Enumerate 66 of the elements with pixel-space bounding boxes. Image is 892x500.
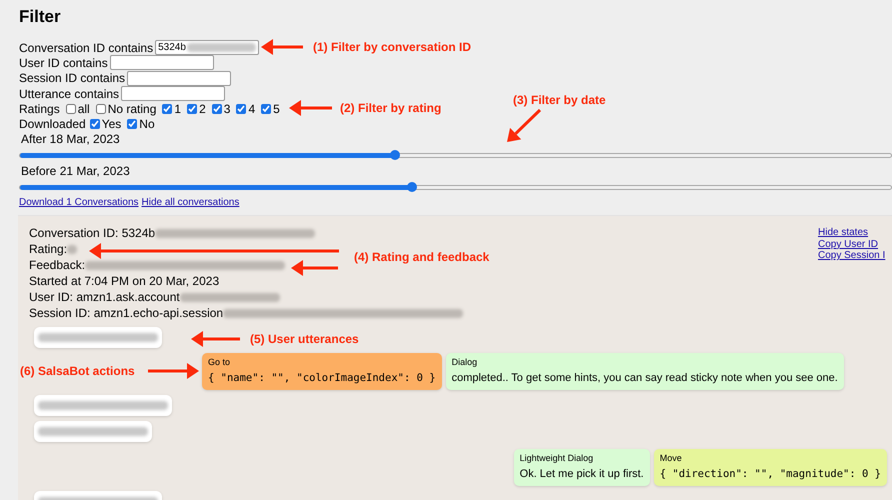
arrow-annotation — [191, 331, 240, 347]
page-title: Filter — [19, 7, 62, 27]
field-value: 5324b — [158, 41, 186, 56]
filter-label: Utterance contains — [19, 86, 120, 103]
arrow-annotation — [289, 100, 332, 116]
link[interactable]: Hide all conversations — [142, 196, 240, 210]
checkbox[interactable] — [187, 104, 198, 114]
annotation-label: (3) Filter by date — [513, 93, 606, 107]
checkbox-label: 5 — [273, 100, 280, 118]
action-content: completed.. To get some hints, you can say read sticky note when you see one. — [452, 371, 838, 386]
text-field[interactable]: 5324b — [155, 40, 260, 56]
checkbox-label: 4 — [248, 100, 256, 118]
filter-label: User ID contains — [19, 54, 108, 72]
annotation-label: (5) User utterances — [250, 332, 359, 346]
action-type: Lightweight Dialog — [520, 452, 594, 466]
arrow-annotation — [507, 108, 542, 142]
checkbox[interactable] — [90, 118, 100, 129]
filter-label: Conversation ID contains — [19, 40, 154, 57]
checkbox-label: 3 — [224, 100, 230, 118]
slider-thumb[interactable] — [390, 150, 400, 160]
conversation-detail: User ID: amzn1.ask.account — [29, 289, 180, 306]
conversation-detail: Started at 7:04 PM on 20 Mar, 2023 — [29, 273, 220, 290]
text-field[interactable] — [127, 70, 232, 86]
conversation-detail: Feedback: — [29, 257, 86, 274]
conversation-detail: Conversation ID: 5324b — [29, 225, 156, 242]
slider-thumb[interactable] — [406, 182, 417, 192]
checkbox-label: No — [139, 116, 155, 133]
annotation-label: (4) Rating and feedback — [354, 250, 490, 264]
slider-label: After 18 Mar, 2023 — [21, 132, 121, 148]
checkbox-label: 2 — [199, 100, 206, 118]
checkbox[interactable] — [261, 104, 272, 114]
checkbox[interactable] — [212, 104, 222, 114]
filter-label: Downloaded — [19, 116, 86, 133]
action-type: Go to — [208, 356, 232, 370]
text-field[interactable] — [110, 55, 214, 70]
action-type: Move — [660, 452, 683, 466]
link[interactable]: Download 1 Conversations — [19, 196, 139, 210]
action-content: { "name": "", "colorImageIndex": 0 } — [208, 371, 436, 386]
link[interactable]: Copy Session I — [818, 250, 892, 262]
checkbox-label: No rating — [108, 100, 156, 118]
arrow-annotation — [261, 39, 303, 55]
annotation-label: (1) Filter by conversation ID — [313, 40, 472, 54]
conversation-detail: Session ID: amzn1.echo-api.session — [29, 305, 224, 322]
checkbox[interactable] — [66, 104, 76, 114]
checkbox[interactable] — [162, 104, 172, 114]
checkbox[interactable] — [236, 104, 246, 114]
link[interactable]: Copy User ID — [818, 238, 892, 250]
checkbox-label: all — [78, 100, 90, 118]
checkbox-label: Yes — [102, 116, 122, 133]
arrow-annotation — [148, 363, 199, 379]
date-slider-track[interactable] — [19, 184, 892, 190]
slider-label: Before 21 Mar, 2023 — [21, 164, 131, 180]
action-content: { "direction": "", "magnitude": 0 } — [660, 467, 881, 482]
action-content: Ok. Let me pick it up first. — [520, 467, 644, 482]
filter-label: Ratings — [19, 100, 60, 118]
checkbox-label: 1 — [174, 100, 182, 118]
conversation-detail: Rating: — [29, 241, 68, 258]
link[interactable]: Hide states — [818, 227, 892, 239]
checkbox[interactable] — [127, 118, 138, 129]
date-slider-track[interactable] — [19, 152, 892, 158]
annotation-label: (2) Filter by rating — [340, 101, 442, 115]
filter-label: Session ID contains — [19, 70, 126, 88]
annotation-label: (6) SalsaBot actions — [20, 364, 135, 378]
text-field[interactable] — [121, 86, 226, 102]
action-type: Dialog — [452, 356, 478, 370]
checkbox[interactable] — [96, 104, 106, 114]
